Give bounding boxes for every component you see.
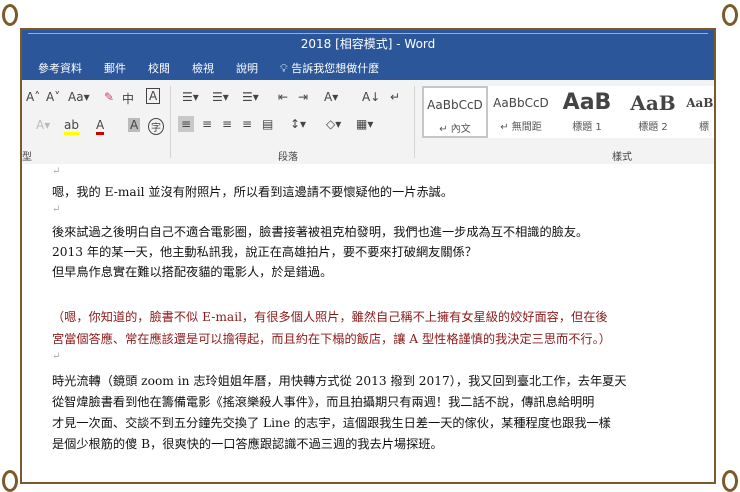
styles-gallery: AaBbCcD ↵ 內文 AaBbCcD ↵ 無間距 AaB 標題 1 AaB 標題 2… bbox=[422, 86, 714, 138]
sort-icon[interactable]: A↓ bbox=[362, 90, 380, 104]
align-center-icon[interactable]: ≡ bbox=[202, 117, 212, 131]
paragraph-mark: ↵ bbox=[52, 351, 61, 362]
frame-corner-loop bbox=[722, 4, 738, 26]
styles-group-label: 樣式 bbox=[612, 152, 632, 163]
align-right-icon[interactable]: ≡ bbox=[222, 117, 232, 131]
tab-review[interactable]: 校閱 bbox=[148, 60, 170, 76]
text-effects-icon[interactable]: A▾ bbox=[36, 118, 50, 132]
style-heading-1[interactable]: AaB 標題 1 bbox=[554, 86, 620, 138]
shading-icon[interactable]: ◇▾ bbox=[326, 117, 341, 131]
paragraph-mark: ↵ bbox=[52, 204, 61, 215]
document-body[interactable]: ↵ 嗯，我的 E-mail 並沒有附照片，所以看到這邊請不要懷疑他的一片赤誠。 … bbox=[22, 164, 714, 482]
highlight-icon[interactable]: ab bbox=[64, 118, 79, 135]
word-window: 2018 [相容模式] - Word 參考資料 郵件 校閱 檢視 說明 💡︎ 告… bbox=[20, 28, 716, 484]
doc-line: 嗯，我的 E-mail 並沒有附照片，所以看到這邊請不要懷疑他的一片赤誠。 bbox=[52, 185, 454, 199]
show-marks-icon[interactable]: ↵ bbox=[390, 90, 400, 104]
doc-line: 宮當個答應、常在應該還是可以擔得起，而且約在下榻的飯店，讓 A 型性格謹慎的我決… bbox=[52, 332, 611, 346]
paragraph-group-label: 段落 bbox=[278, 152, 298, 163]
asian-layout-icon[interactable]: A▾ bbox=[324, 90, 338, 104]
style-normal[interactable]: AaBbCcD ↵ 內文 bbox=[422, 86, 488, 138]
phonetic-guide-icon[interactable]: 中 bbox=[122, 90, 134, 107]
increase-indent-icon[interactable]: ⇥ bbox=[298, 90, 308, 104]
tab-help[interactable]: 說明 bbox=[236, 60, 258, 76]
frame-corner-loop bbox=[2, 470, 18, 492]
justify-icon[interactable]: ≡ bbox=[242, 117, 252, 131]
borders-icon[interactable]: ▦▾ bbox=[356, 117, 373, 131]
ribbon: A˄ A˅ Aa▾ ✎ 中 A A▾ ab A A 字 ☰▾ ☰▾ ☰▾ ⇤ ⇥… bbox=[22, 80, 714, 165]
frame-corner-loop bbox=[2, 4, 18, 26]
align-left-icon[interactable]: ≡ bbox=[178, 116, 195, 132]
tab-mailings[interactable]: 郵件 bbox=[104, 60, 126, 76]
paragraph-mark: ↵ bbox=[52, 166, 61, 177]
style-heading-2[interactable]: AaB 標題 2 bbox=[620, 86, 686, 138]
ribbon-tabs: 參考資料 郵件 校閱 檢視 說明 💡︎ 告訴我您想做什麼 bbox=[38, 60, 379, 76]
distributed-icon[interactable]: ▤ bbox=[262, 117, 273, 131]
numbering-icon[interactable]: ☰▾ bbox=[212, 90, 229, 104]
decrease-indent-icon[interactable]: ⇤ bbox=[278, 90, 288, 104]
char-border-icon[interactable]: A bbox=[146, 88, 161, 104]
tab-view[interactable]: 檢視 bbox=[192, 60, 214, 76]
window-title: 2018 [相容模式] - Word bbox=[300, 37, 436, 51]
font-color-icon[interactable]: A bbox=[96, 118, 105, 135]
title-bar: 2018 [相容模式] - Word 參考資料 郵件 校閱 檢視 說明 💡︎ 告… bbox=[22, 30, 714, 80]
style-no-spacing[interactable]: AaBbCcD ↵ 無間距 bbox=[488, 86, 554, 138]
char-shading-icon[interactable]: A bbox=[128, 118, 141, 132]
clear-format-icon[interactable]: ✎ bbox=[104, 90, 114, 104]
doc-line: （嗯，你知道的，臉書不似 E-mail，有很多個人照片，雖然自己稱不上擁有女星級… bbox=[52, 310, 608, 324]
shrink-font-icon[interactable]: A˅ bbox=[46, 90, 60, 104]
change-case-icon[interactable]: Aa▾ bbox=[68, 90, 90, 104]
doc-line: 從智煒臉書看到他在籌備電影《搖滾樂殺人事件》，而且拍攝期只有兩週！我二話不說，傳… bbox=[52, 395, 595, 409]
doc-line: 但早鳥作息實在難以搭配夜貓的電影人，於是錯過。 bbox=[52, 265, 333, 279]
line-spacing-icon[interactable]: ↕▾ bbox=[290, 117, 306, 131]
doc-line: 後來試過之後明白自己不適合電影圈，臉書接著被祖克柏發明，我們也進一步成為互不相識… bbox=[52, 225, 589, 239]
doc-line: 才見一次面、交談不到五分鐘先交換了 Line 的志宇，這個跟我生日差一天的傢伙，… bbox=[52, 416, 611, 430]
lightbulb-icon: 💡︎ bbox=[280, 62, 292, 75]
doc-line: 時光流轉（鏡頭 zoom in 志玲姐姐年曆，用快轉方式從 2013 撥到 20… bbox=[52, 374, 627, 388]
tell-me-box[interactable]: 💡︎ 告訴我您想做什麼 bbox=[280, 60, 379, 76]
tab-references[interactable]: 參考資料 bbox=[38, 60, 82, 76]
enclose-char-icon[interactable]: 字 bbox=[148, 118, 164, 135]
doc-line: 2013 年的某一天，他主動私訊我，說正在高雄拍片，要不要來打破網友關係？ bbox=[52, 245, 477, 259]
bullets-icon[interactable]: ☰▾ bbox=[182, 90, 199, 104]
multilevel-list-icon[interactable]: ☰▾ bbox=[242, 90, 259, 104]
font-group-label: 型 bbox=[22, 152, 32, 163]
doc-line: 是個少根筋的傻 B，很爽快的一口答應跟認識不過三週的我去片場探班。 bbox=[52, 437, 443, 451]
style-heading-3[interactable]: AaBb標 bbox=[686, 86, 714, 138]
frame-corner-loop bbox=[722, 470, 738, 492]
grow-font-icon[interactable]: A˄ bbox=[26, 90, 40, 104]
